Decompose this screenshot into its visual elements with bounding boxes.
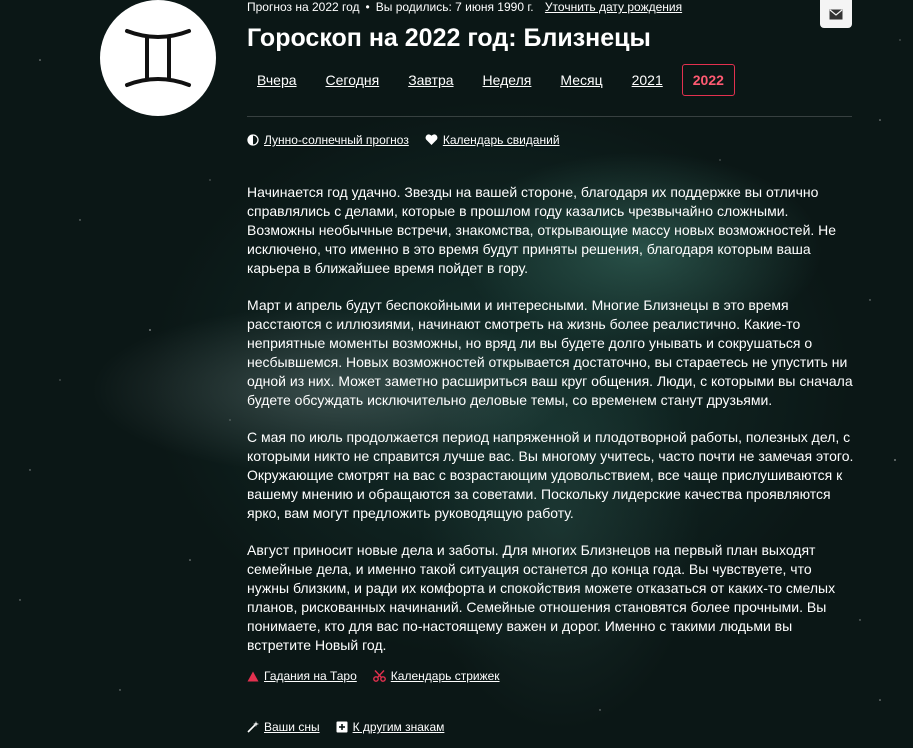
your-dreams-label: Ваши сны [264, 720, 320, 734]
lunar-solar-forecast-label: Лунно-солнечный прогноз [264, 133, 409, 147]
header-meta: Прогноз на 2022 год • Вы родились: 7 июня … [247, 0, 682, 14]
horoscope-text: Начинается год удачно. Звезды на вашей с… [247, 183, 857, 673]
page-title: Гороскоп на 2022 год: Близнецы [247, 24, 651, 52]
paragraph: С мая по июль продолжается период напряж… [247, 429, 854, 521]
magic-wand-icon [247, 721, 259, 733]
your-dreams-link[interactable]: Ваши сны [247, 720, 320, 734]
change-birth-date-link[interactable]: Уточнить дату рождения [545, 0, 682, 14]
paragraph: Начинается год удачно. Звезды на вашей с… [247, 184, 837, 276]
plus-box-icon [336, 721, 348, 733]
tab-tomorrow[interactable]: Завтра [398, 65, 463, 95]
forecast-year-text: Прогноз на 2022 год [247, 0, 360, 14]
tab-month[interactable]: Месяц [550, 65, 612, 95]
dating-calendar-label: Календарь свиданий [442, 133, 560, 147]
tab-week[interactable]: Неделя [473, 65, 542, 95]
paragraph: Август приносит новые дела и заботы. Для… [247, 542, 836, 653]
dating-calendar-link[interactable]: Календарь свиданий [425, 133, 560, 147]
tarot-label: Гадания на Таро [264, 669, 357, 683]
gemini-sign-emblem [100, 0, 216, 116]
separator-dot: • [365, 0, 370, 14]
paragraph: Март и апрель будут беспокойными и интер… [247, 297, 853, 408]
period-tabs: Вчера Сегодня Завтра Неделя Месяц 2021 2… [247, 64, 744, 96]
bottom-links-1: Гадания на Таро Календарь стрижек [247, 669, 516, 683]
header-divider [247, 116, 852, 117]
tarot-link[interactable]: Гадания на Таро [247, 669, 357, 683]
tab-2022[interactable]: 2022 [681, 64, 735, 96]
heart-icon [425, 134, 438, 145]
scissors-icon [372, 670, 386, 682]
tab-yesterday[interactable]: Вчера [247, 65, 307, 95]
triangle-icon [247, 671, 259, 681]
lunar-solar-forecast-link[interactable]: Лунно-солнечный прогноз [247, 133, 409, 147]
gemini-icon [125, 29, 191, 87]
other-signs-label: К другим знакам [352, 720, 445, 734]
bottom-links-2: Ваши сны К другим знакам [247, 720, 460, 734]
birth-date-text: Вы родились: 7 июня 1990 г. [375, 0, 534, 14]
envelope-icon [829, 9, 843, 19]
tab-today[interactable]: Сегодня [316, 65, 390, 95]
moon-half-icon [247, 134, 259, 146]
mail-button[interactable] [820, 0, 852, 28]
haircut-calendar-label: Календарь стрижек [390, 669, 500, 683]
haircut-calendar-link[interactable]: Календарь стрижек [372, 669, 500, 683]
tab-2021[interactable]: 2021 [622, 65, 673, 95]
other-signs-link[interactable]: К другим знакам [336, 720, 445, 734]
top-links: Лунно-солнечный прогноз Календарь свидан… [247, 133, 576, 147]
